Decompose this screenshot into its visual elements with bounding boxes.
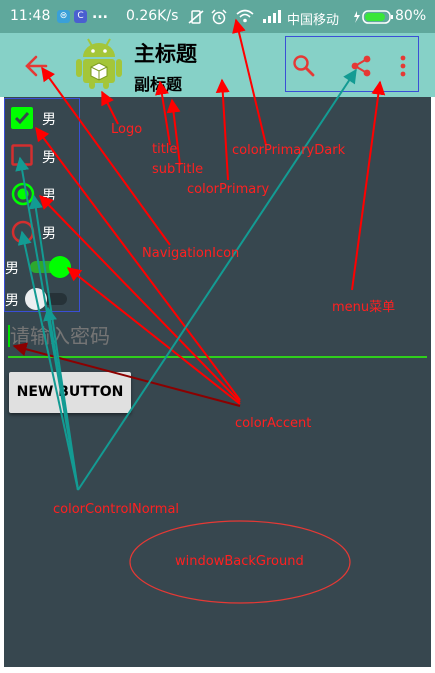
network-speed: 0.26K/s <box>126 8 179 24</box>
more-vert-icon[interactable] <box>396 54 410 78</box>
switch-on[interactable] <box>27 254 75 280</box>
battery-icon <box>354 10 393 24</box>
annotation-title: title <box>152 142 178 157</box>
annotation-color-control-normal: colorControlNormal <box>53 502 180 517</box>
battery-percent: 80% <box>395 8 427 24</box>
annotation-subtitle: subTitle <box>152 162 204 177</box>
signal-icon <box>263 10 281 23</box>
android-logo-icon <box>76 38 122 89</box>
checkbox-checked-label: 男 <box>42 112 56 128</box>
annotation-menu: menu菜单 <box>332 300 396 315</box>
password-input[interactable] <box>10 320 420 352</box>
text-cursor <box>8 325 10 347</box>
notification-icon: ⊜ <box>57 10 70 23</box>
status-time: 11:48 <box>10 8 51 24</box>
status-bar: 11:48 ⊜ C ... 0.26K/s 中国移动 80% <box>0 0 435 33</box>
checkbox-checked[interactable] <box>11 107 33 129</box>
radio-checked[interactable] <box>11 182 35 206</box>
checkbox-unchecked[interactable] <box>11 144 33 166</box>
radio-unchecked-label: 男 <box>42 226 56 242</box>
new-button[interactable]: NEW BUTTON <box>9 372 131 413</box>
annotation-navigation-icon: NavigationIcon <box>142 246 240 261</box>
alarm-icon <box>211 9 227 25</box>
switch-on-label: 男 <box>5 261 19 277</box>
toolbar-subtitle: 副标题 <box>134 75 183 94</box>
annotation-color-primary-dark: colorPrimaryDark <box>232 143 346 158</box>
share-icon[interactable] <box>349 54 373 78</box>
switch-off[interactable] <box>23 286 71 312</box>
notification-icon: C <box>74 10 87 23</box>
annotation-logo: Logo <box>111 122 143 137</box>
carrier-name: 中国移动 <box>287 13 340 28</box>
wifi-icon <box>236 9 254 23</box>
input-underline <box>8 356 427 358</box>
annotation-color-primary: colorPrimary <box>187 182 270 197</box>
toolbar-title: 主标题 <box>134 42 197 66</box>
annotation-color-accent: colorAccent <box>235 416 312 431</box>
radio-unchecked[interactable] <box>11 220 35 244</box>
vibrate-off-icon <box>188 10 204 24</box>
app-screen: 11:48 ⊜ C ... 0.26K/s 中国移动 80% 主标题 副标题 男… <box>0 0 435 673</box>
overflow-notifications: ... <box>92 6 108 22</box>
arrow-back-icon[interactable] <box>24 53 50 79</box>
checkbox-unchecked-label: 男 <box>42 150 56 166</box>
radio-checked-label: 男 <box>42 188 56 204</box>
annotation-window-background: windowBackGround <box>175 554 304 569</box>
switch-off-label: 男 <box>5 293 19 309</box>
search-icon[interactable] <box>292 54 316 78</box>
